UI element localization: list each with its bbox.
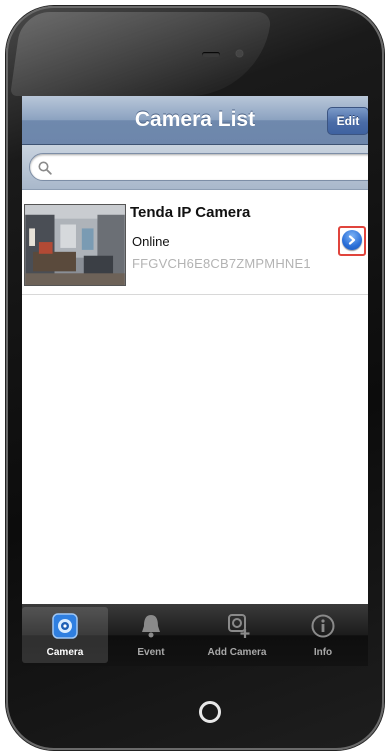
speaker-grille xyxy=(202,52,220,57)
tab-info[interactable]: Info xyxy=(280,607,366,663)
tab-event-label: Event xyxy=(137,647,165,658)
chevron-right-icon xyxy=(348,235,356,245)
bell-icon xyxy=(142,615,160,638)
camera-status: Online xyxy=(132,234,170,249)
search-bar xyxy=(22,145,368,190)
tab-event[interactable]: Event xyxy=(108,607,194,663)
search-icon xyxy=(38,161,52,175)
tab-add-camera[interactable]: Add Camera xyxy=(194,607,280,663)
info-icon xyxy=(311,614,335,638)
tab-add-camera-label: Add Camera xyxy=(207,647,267,658)
page-title: Camera List xyxy=(134,108,256,131)
camera-icon xyxy=(52,613,78,639)
edit-button[interactable]: Edit xyxy=(327,107,368,135)
camera-name: Tenda IP Camera xyxy=(130,204,251,221)
front-camera-lens xyxy=(236,50,243,57)
camera-thumbnail xyxy=(24,204,126,286)
add-camera-icon xyxy=(228,614,250,638)
search-input[interactable] xyxy=(29,153,368,181)
tab-bar: Camera Event Add Camera Info xyxy=(22,604,368,666)
tab-camera-label: Camera xyxy=(46,647,84,658)
tab-camera[interactable]: Camera xyxy=(22,607,108,663)
phone-gloss xyxy=(10,12,272,96)
tab-info-label: Info xyxy=(313,647,333,658)
detail-disclosure-button[interactable] xyxy=(342,230,362,250)
home-button[interactable] xyxy=(199,701,221,723)
navigation-bar: Camera List Edit xyxy=(22,96,368,145)
camera-id: FFGVCH6E8CB7ZMPMHNE1 xyxy=(132,256,311,271)
screen: Camera List Edit Tenda IP Camera Online … xyxy=(22,96,368,666)
camera-list-item[interactable]: Tenda IP Camera Online FFGVCH6E8CB7ZMPMH… xyxy=(22,190,368,295)
